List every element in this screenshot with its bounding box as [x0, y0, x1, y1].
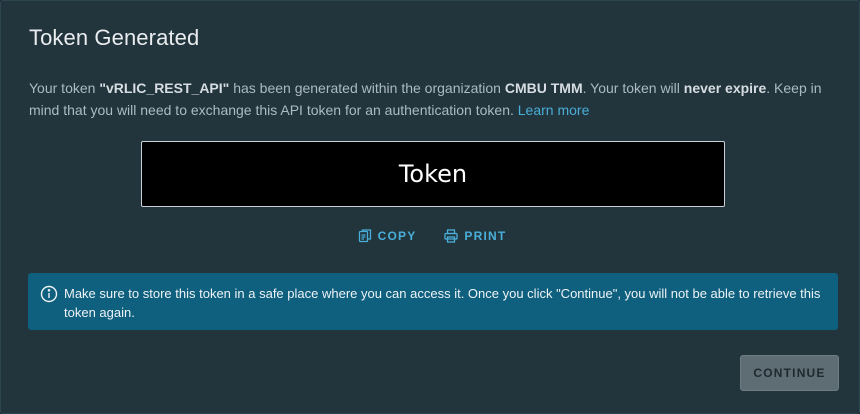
- alert-message: Make sure to store this token in a safe …: [64, 286, 821, 320]
- copy-label: COPY: [377, 229, 417, 243]
- copy-button[interactable]: COPY: [358, 229, 417, 243]
- print-button[interactable]: PRINT: [444, 229, 506, 243]
- print-icon: [444, 229, 459, 243]
- learn-more-link[interactable]: Learn more: [518, 102, 590, 118]
- token-display-box[interactable]: Token: [141, 141, 725, 207]
- info-icon: [40, 285, 58, 303]
- copy-icon: [358, 229, 371, 243]
- token-actions: COPY PRINT: [1, 229, 860, 243]
- token-generated-modal: Token Generated Your token "vRLIC_REST_A…: [0, 0, 860, 414]
- continue-button[interactable]: CONTINUE: [740, 355, 839, 391]
- token-expiry: never expire: [683, 80, 767, 96]
- modal-description: Your token "vRLIC_REST_API" has been gen…: [29, 77, 829, 121]
- desc-part1: Your token: [29, 80, 100, 96]
- desc-part2: has been generated within the organizati…: [229, 80, 505, 96]
- modal-title: Token Generated: [29, 25, 200, 50]
- organization-name: CMBU TMM: [504, 80, 583, 96]
- print-label: PRINT: [464, 229, 507, 243]
- token-value: Token: [398, 160, 468, 188]
- token-name: "vRLIC_REST_API": [99, 80, 230, 96]
- info-alert: Make sure to store this token in a safe …: [28, 273, 838, 330]
- desc-part3: . Your token will: [582, 80, 684, 96]
